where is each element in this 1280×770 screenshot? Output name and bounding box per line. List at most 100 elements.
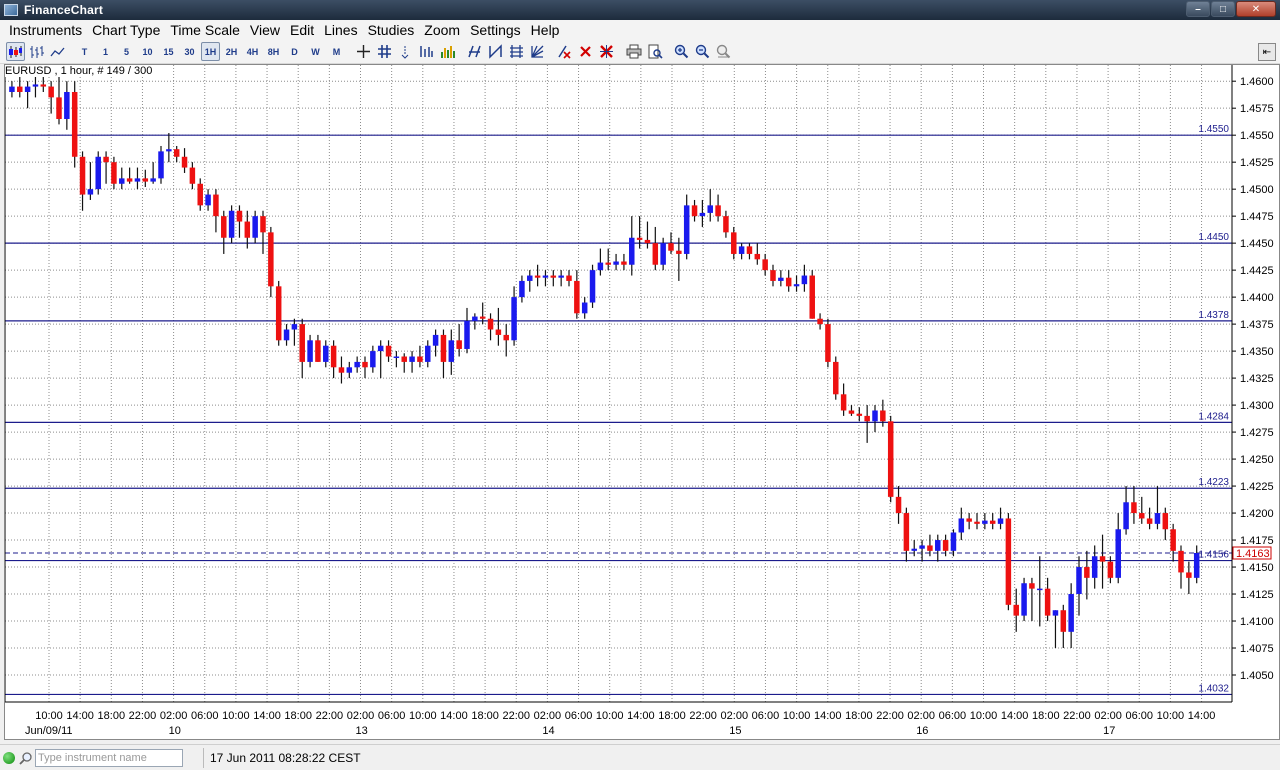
candle-body[interactable] [252,216,258,238]
menu-view[interactable]: View [245,20,285,40]
candle-body[interactable] [1091,556,1098,578]
candle-body[interactable] [1193,553,1200,578]
candle-body[interactable] [456,340,462,349]
candle-body[interactable] [409,356,415,362]
print-button[interactable] [624,42,643,61]
candle-body[interactable] [503,334,509,341]
gann-button[interactable] [528,42,547,61]
candle-body[interactable] [927,545,933,551]
candle-body[interactable] [181,156,188,168]
candle-body[interactable] [362,361,368,368]
minimize-button[interactable]: – [1186,1,1210,17]
candle-body[interactable] [307,340,313,362]
candle-body[interactable] [1139,513,1145,519]
candle-body[interactable] [652,243,659,265]
candle-body[interactable] [738,246,745,254]
candle-body[interactable] [848,410,855,414]
candle-body[interactable] [17,86,23,92]
candle-body[interactable] [668,243,674,251]
candle-body[interactable] [856,413,863,416]
candle-body[interactable] [1068,594,1074,632]
delete-line-button[interactable] [555,42,574,61]
candle-body[interactable] [440,334,447,362]
candle-body[interactable] [903,513,910,551]
candle-body[interactable] [880,410,886,422]
tf-button-1[interactable]: 1 [96,42,115,61]
line-chart-button[interactable] [48,42,67,61]
candle-body[interactable] [1131,502,1137,514]
candle-body[interactable] [448,340,455,362]
candle-body[interactable] [566,275,572,281]
candle-body[interactable] [1154,513,1161,524]
tf-button-30[interactable]: 30 [180,42,199,61]
candle-body[interactable] [495,329,502,335]
candle-body[interactable] [95,156,101,190]
candle-body[interactable] [1037,588,1043,591]
candle-body[interactable] [189,167,196,184]
candle-body[interactable] [542,275,549,278]
tf-button-M[interactable]: M [327,42,346,61]
candle-body[interactable] [268,232,274,287]
candle-body[interactable] [338,367,345,373]
candle-body[interactable] [134,178,141,182]
candle-body[interactable] [958,518,965,533]
candle-body[interactable] [370,351,376,368]
candle-body[interactable] [833,361,839,395]
candle-body[interactable] [221,216,227,238]
tf-button-8H[interactable]: 8H [264,42,283,61]
menu-help[interactable]: Help [526,20,565,40]
candle-body[interactable] [809,275,815,319]
candle-body[interactable] [213,194,219,217]
candle-body[interactable] [683,205,690,254]
close-button[interactable]: ✕ [1236,1,1276,17]
candle-body[interactable] [275,286,282,341]
candle-body[interactable] [166,149,172,152]
delete-button[interactable] [576,42,595,61]
candle-body[interactable] [1186,572,1192,578]
candle-body[interactable] [87,189,94,195]
candle-body[interactable] [785,277,792,287]
candle-body[interactable] [966,518,972,522]
candle-body[interactable] [989,520,996,524]
candle-body[interactable] [205,194,211,206]
candle-body[interactable] [605,262,611,265]
candle-body[interactable] [354,361,360,368]
menu-chart-type[interactable]: Chart Type [87,20,165,40]
candle-body[interactable] [393,356,400,359]
grid-button[interactable] [375,42,394,61]
candle-body[interactable] [1107,561,1114,578]
candle-body[interactable] [464,320,470,349]
candle-body[interactable] [487,318,494,330]
candle-body[interactable] [793,284,800,287]
menu-lines[interactable]: Lines [319,20,362,40]
menu-zoom[interactable]: Zoom [419,20,465,40]
candle-body[interactable] [715,205,721,217]
candle-body[interactable] [613,261,619,265]
candle-body[interactable] [1162,513,1169,530]
crosshair-button[interactable] [354,42,373,61]
candle-body[interactable] [260,216,266,233]
candle-body[interactable] [1170,529,1176,551]
candle-body[interactable] [723,216,729,233]
candle-body[interactable] [228,210,235,238]
tf-button-D[interactable]: D [285,42,304,61]
candle-body[interactable] [197,183,203,206]
candle-body[interactable] [432,334,439,346]
candle-body[interactable] [982,520,988,524]
candle-body[interactable] [511,297,517,341]
candle-body[interactable] [519,280,525,298]
candle-body[interactable] [1052,610,1059,616]
tf-button-1H[interactable]: 1H [201,42,220,61]
candle-body[interactable] [1146,518,1153,524]
candle-body[interactable] [173,149,180,157]
candle-body[interactable] [126,178,133,182]
candle-body[interactable] [71,91,78,157]
chart-area[interactable]: 1.4550 1.4450 1.4378 1.4284 1.4223 1.4156 1.40… [4,64,1280,740]
print-preview-button[interactable] [645,42,664,61]
candle-body[interactable] [1044,588,1051,616]
dot-line-button[interactable] [396,42,415,61]
tf-button-5[interactable]: 5 [117,42,136,61]
candle-body[interactable] [9,86,15,92]
tf-button-2H[interactable]: 2H [222,42,241,61]
candle-body[interactable] [707,205,713,213]
